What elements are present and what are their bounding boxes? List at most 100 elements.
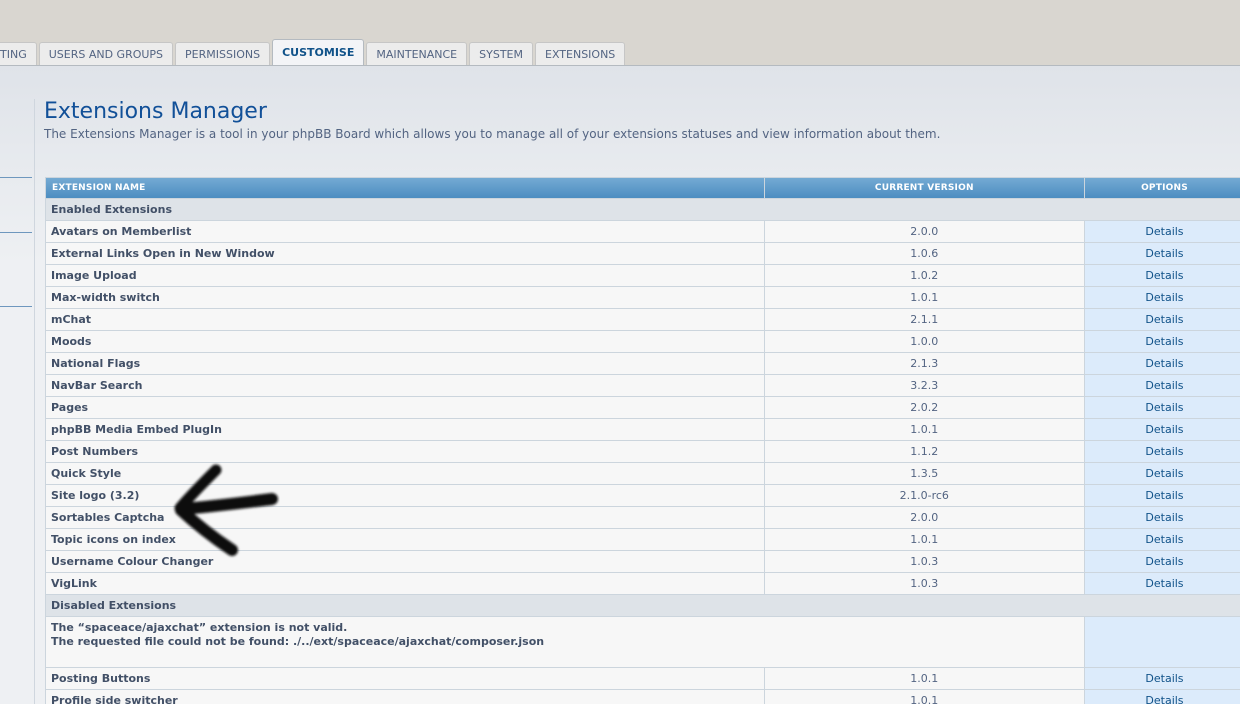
extension-version: 2.0.0	[764, 221, 1084, 242]
extension-name: phpBB Media Embed PlugIn	[46, 419, 764, 440]
extension-version: 1.0.1	[764, 690, 1084, 704]
extension-name: Username Colour Changer	[46, 551, 764, 572]
details-link[interactable]: Details	[1145, 555, 1183, 568]
extension-version: 1.3.5	[764, 463, 1084, 484]
table-row: Quick Style 1.3.5 Details	[46, 463, 1240, 484]
details-link[interactable]: Details	[1145, 401, 1183, 414]
details-link[interactable]: Details	[1145, 577, 1183, 590]
details-link[interactable]: Details	[1145, 357, 1183, 370]
page-title: Extensions Manager	[44, 99, 267, 124]
details-cell: Details	[1084, 265, 1240, 286]
extension-name: Profile side switcher	[46, 690, 764, 704]
table-row: Avatars on Memberlist 2.0.0 Details	[46, 221, 1240, 242]
table-row: VigLink 1.0.3 Details	[46, 573, 1240, 594]
details-link[interactable]: Details	[1145, 694, 1183, 704]
extension-name: Topic icons on index	[46, 529, 764, 550]
details-link[interactable]: Details	[1145, 511, 1183, 524]
extension-version: 2.0.0	[764, 507, 1084, 528]
extension-version: 1.0.1	[764, 287, 1084, 308]
tab-system[interactable]: SYSTEM	[469, 42, 533, 65]
table-row: Username Colour Changer 1.0.3 Details	[46, 551, 1240, 572]
extension-version: 1.0.0	[764, 331, 1084, 352]
table-row: Posting Buttons 1.0.1 Details	[46, 668, 1240, 689]
extension-name: VigLink	[46, 573, 764, 594]
details-cell: Details	[1084, 529, 1240, 550]
extension-name: Post Numbers	[46, 441, 764, 462]
table-row-error: The “spaceace/ajaxchat” extension is not…	[46, 617, 1240, 667]
extension-version: 2.0.2	[764, 397, 1084, 418]
table-row: Moods 1.0.0 Details	[46, 331, 1240, 352]
tab-maintenance[interactable]: MAINTENANCE	[366, 42, 468, 65]
details-link[interactable]: Details	[1145, 335, 1183, 348]
extension-version: 1.0.3	[764, 551, 1084, 572]
details-link[interactable]: Details	[1145, 489, 1183, 502]
details-link[interactable]: Details	[1145, 533, 1183, 546]
extension-version: 1.0.6	[764, 243, 1084, 264]
table-row: External Links Open in New Window 1.0.6 De…	[46, 243, 1240, 264]
details-cell: Details	[1084, 441, 1240, 462]
extension-name: Site logo (3.2)	[46, 485, 764, 506]
tab-list: TING USERS AND GROUPS PERMISSIONS CUSTOM…	[0, 39, 627, 65]
details-link[interactable]: Details	[1145, 672, 1183, 685]
extension-name: Sortables Captcha	[46, 507, 764, 528]
tab-posting[interactable]: TING	[0, 42, 37, 65]
main-page: Extensions Manager The Extensions Manage…	[0, 65, 1240, 704]
table-row: National Flags 2.1.3 Details	[46, 353, 1240, 374]
column-header-options: OPTIONS	[1084, 178, 1240, 198]
tab-customise[interactable]: CUSTOMISE	[272, 39, 365, 65]
sidebar-divider	[0, 306, 32, 307]
details-link[interactable]: Details	[1145, 467, 1183, 480]
tab-extensions[interactable]: EXTENSIONS	[535, 42, 626, 65]
details-cell: Details	[1084, 551, 1240, 572]
table-row: Post Numbers 1.1.2 Details	[46, 441, 1240, 462]
details-cell: Details	[1084, 331, 1240, 352]
extension-name: National Flags	[46, 353, 764, 374]
extension-version: 1.0.1	[764, 419, 1084, 440]
content-panel: Extensions Manager The Extensions Manage…	[34, 99, 1240, 704]
details-cell: Details	[1084, 309, 1240, 330]
extension-version: 1.0.1	[764, 529, 1084, 550]
details-link[interactable]: Details	[1145, 269, 1183, 282]
table-row: Max-width switch 1.0.1 Details	[46, 287, 1240, 308]
details-cell: Details	[1084, 353, 1240, 374]
extension-name: Moods	[46, 331, 764, 352]
extension-version: 2.1.3	[764, 353, 1084, 374]
extension-name: Quick Style	[46, 463, 764, 484]
tab-permissions[interactable]: PERMISSIONS	[175, 42, 271, 65]
tab-users-and-groups[interactable]: USERS AND GROUPS	[38, 42, 174, 65]
error-line: The requested file could not be found: .…	[51, 635, 545, 648]
details-link[interactable]: Details	[1145, 225, 1183, 238]
details-cell: Details	[1084, 485, 1240, 506]
section-label-enabled: Enabled Extensions	[46, 199, 1240, 220]
details-cell: Details	[1084, 463, 1240, 484]
extension-name: Image Upload	[46, 265, 764, 286]
extension-name: Posting Buttons	[46, 668, 764, 689]
details-link[interactable]: Details	[1145, 247, 1183, 260]
extensions-table: EXTENSION NAME CURRENT VERSION OPTIONS E…	[45, 177, 1240, 704]
details-link[interactable]: Details	[1145, 379, 1183, 392]
details-link[interactable]: Details	[1145, 423, 1183, 436]
page-description: The Extensions Manager is a tool in your…	[44, 127, 941, 141]
sidebar-divider	[0, 177, 32, 178]
extension-version: 1.0.2	[764, 265, 1084, 286]
details-cell: Details	[1084, 221, 1240, 242]
extension-name: Max-width switch	[46, 287, 764, 308]
details-link[interactable]: Details	[1145, 291, 1183, 304]
details-cell: Details	[1084, 690, 1240, 704]
extension-version: 2.1.0-rc6	[764, 485, 1084, 506]
table-row: Topic icons on index 1.0.1 Details	[46, 529, 1240, 550]
details-cell: Details	[1084, 573, 1240, 594]
section-row-enabled: Enabled Extensions	[46, 199, 1240, 220]
column-header-extension-name: EXTENSION NAME	[46, 178, 764, 198]
details-cell: Details	[1084, 419, 1240, 440]
extension-version: 1.1.2	[764, 441, 1084, 462]
extension-name: NavBar Search	[46, 375, 764, 396]
extension-name: External Links Open in New Window	[46, 243, 764, 264]
table-row: mChat 2.1.1 Details	[46, 309, 1240, 330]
table-row: Pages 2.0.2 Details	[46, 397, 1240, 418]
details-link[interactable]: Details	[1145, 445, 1183, 458]
section-row-disabled: Disabled Extensions	[46, 595, 1240, 616]
details-link[interactable]: Details	[1145, 313, 1183, 326]
details-cell: Details	[1084, 287, 1240, 308]
extension-name: Avatars on Memberlist	[46, 221, 764, 242]
